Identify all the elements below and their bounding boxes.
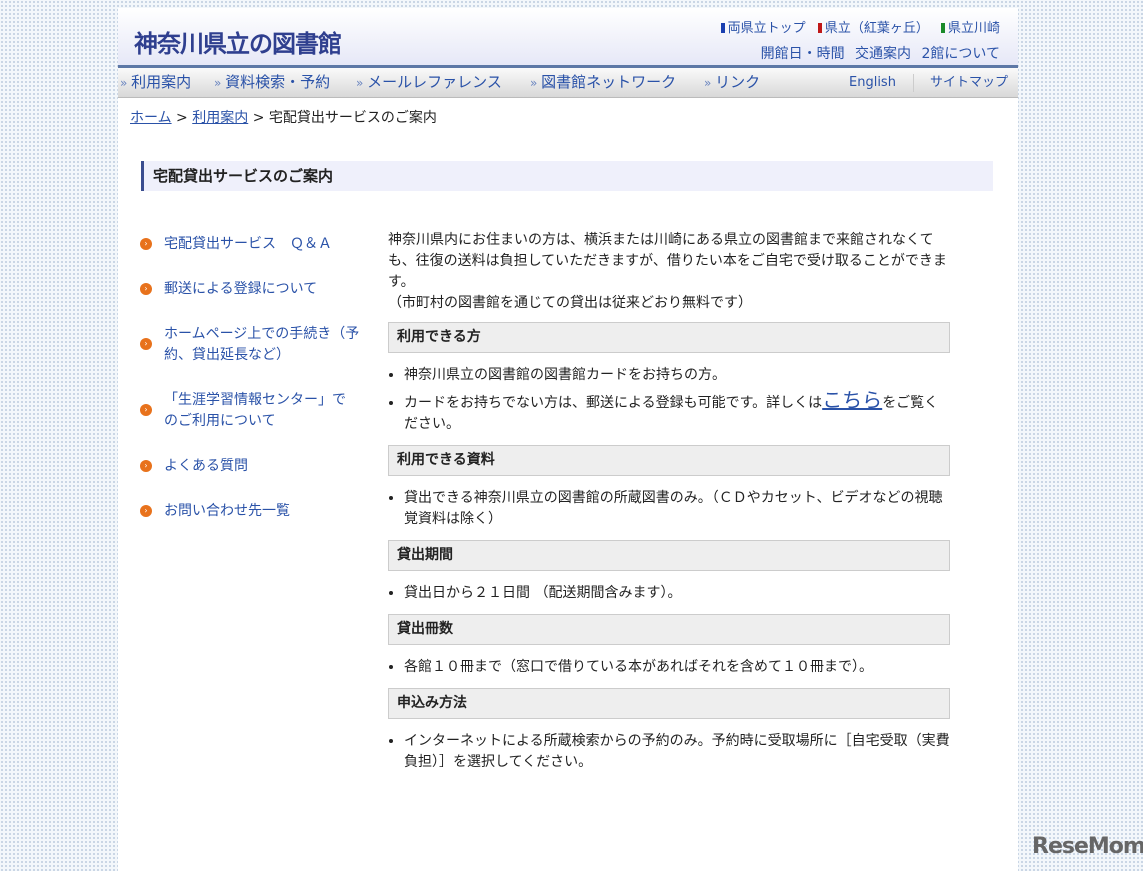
intro-note: （市町村の図書館を通じての貸出は従来どおり無料です） [388, 295, 752, 311]
list-item: 貸出日から２１日間 （配送期間含みます）。 [404, 583, 950, 604]
list-text: カードをお持ちでない方は、郵送による登録も可能です。詳しくは [404, 395, 823, 411]
sidebar-item-mail-registration[interactable]: › 郵送による登録について [140, 279, 370, 300]
arrow-circle-icon: › [140, 505, 152, 517]
arrow-circle-icon: › [140, 460, 152, 472]
breadcrumb: ホーム > 利用案内 > 宅配貸出サービスのご案内 [130, 107, 437, 127]
sidebar: › 宅配貸出サービス Ｑ＆Ａ › 郵送による登録について › ホームページ上での手続き… [140, 234, 370, 546]
nav-bar: 利用案内 資料検索・予約 メールレファレンス 図書館ネットワーク リンク Eng… [118, 68, 1018, 98]
nav-item-search[interactable]: 資料検索・予約 [214, 68, 330, 98]
top-links: 両県立トップ 県立（紅葉ヶ丘） 県立川崎 [713, 17, 1000, 36]
sidebar-label: ホームページ上での手続き（予約、貸出延長など） [164, 326, 360, 363]
page: 神奈川県立の図書館 両県立トップ 県立（紅葉ヶ丘） 県立川崎 開館日・時間 交通… [118, 8, 1018, 871]
nav-english[interactable]: English [849, 68, 896, 97]
section-heading: 貸出冊数 [388, 614, 950, 645]
green-square-icon [940, 23, 945, 33]
link-hours[interactable]: 開館日・時間 [761, 46, 845, 62]
breadcrumb-parent[interactable]: 利用案内 [192, 110, 248, 126]
sidebar-label: お問い合わせ先一覧 [164, 503, 290, 519]
blue-square-icon [720, 23, 725, 33]
nav-item-network[interactable]: 図書館ネットワーク [530, 68, 676, 98]
list-item: カードをお持ちでない方は、郵送による登録も可能です。詳しくはこちらをご覧ください… [404, 390, 950, 435]
sidebar-item-contacts[interactable]: › お問い合わせ先一覧 [140, 501, 370, 522]
nav-divider [913, 74, 914, 92]
nav-item-guide[interactable]: 利用案内 [120, 68, 191, 98]
red-square-icon [817, 23, 822, 33]
arrow-circle-icon: › [140, 283, 152, 295]
list-item: 神奈川県立の図書館の図書館カードをお持ちの方。 [404, 365, 950, 386]
main-content: 神奈川県内にお住まいの方は、横浜または川崎にある県立の図書館まで来館されなくても… [388, 230, 950, 783]
watermark-logo: ReseMom [1032, 834, 1143, 859]
sidebar-label: 宅配貸出サービス Ｑ＆Ａ [164, 236, 332, 252]
nav-sitemap[interactable]: サイトマップ [930, 68, 1008, 97]
arrow-circle-icon: › [140, 238, 152, 250]
sidebar-item-qa[interactable]: › 宅配貸出サービス Ｑ＆Ａ [140, 234, 370, 255]
sidebar-item-online-procedures[interactable]: › ホームページ上での手続き（予約、貸出延長など） [140, 324, 370, 366]
breadcrumb-home[interactable]: ホーム [130, 110, 172, 126]
list-item: 各館１０冊まで（窓口で借りている本があればそれを含めて１０冊まで）。 [404, 657, 950, 678]
sidebar-label: 郵送による登録について [164, 281, 318, 297]
list-item: 貸出できる神奈川県立の図書館の所蔵図書のみ。（ＣＤやカセット、ビデオなどの視聴覚… [404, 488, 950, 530]
link-both-top[interactable]: 両県立トップ [728, 21, 806, 36]
link-access[interactable]: 交通案内 [855, 46, 911, 62]
header: 神奈川県立の図書館 両県立トップ 県立（紅葉ヶ丘） 県立川崎 開館日・時間 交通… [118, 8, 1018, 68]
breadcrumb-sep: > [176, 110, 188, 126]
section-heading: 利用できる資料 [388, 445, 950, 476]
sidebar-label: よくある質問 [164, 458, 248, 474]
site-logo[interactable]: 神奈川県立の図書館 [134, 24, 342, 59]
sidebar-item-lifelong-center[interactable]: › 「生涯学習情報センター」でのご利用について [140, 390, 370, 432]
sub-links: 開館日・時間 交通案内 2館について [761, 43, 1000, 63]
intro-text: 神奈川県内にお住まいの方は、横浜または川崎にある県立の図書館まで来館されなくても… [388, 232, 947, 290]
section-heading: 貸出期間 [388, 540, 950, 571]
here-link[interactable]: こちら [822, 388, 882, 412]
sidebar-label: 「生涯学習情報センター」でのご利用について [164, 392, 346, 429]
page-title: 宅配貸出サービスのご案内 [141, 161, 993, 191]
link-kawasaki[interactable]: 県立川崎 [948, 21, 1000, 36]
arrow-circle-icon: › [140, 404, 152, 416]
section-heading: 申込み方法 [388, 688, 950, 719]
section-heading: 利用できる方 [388, 322, 950, 353]
arrow-circle-icon: › [140, 338, 152, 350]
breadcrumb-sep: > [252, 110, 265, 126]
breadcrumb-current: 宅配貸出サービスのご案内 [268, 110, 437, 126]
link-about[interactable]: 2館について [922, 46, 1001, 62]
nav-item-links[interactable]: リンク [704, 68, 760, 98]
sidebar-item-faq[interactable]: › よくある質問 [140, 456, 370, 477]
list-item: インターネットによる所蔵検索からの予約のみ。予約時に受取場所に［自宅受取（実費負… [404, 731, 950, 773]
nav-item-mail-reference[interactable]: メールレファレンス [356, 68, 502, 98]
link-momijigaoka[interactable]: 県立（紅葉ヶ丘） [825, 21, 929, 36]
